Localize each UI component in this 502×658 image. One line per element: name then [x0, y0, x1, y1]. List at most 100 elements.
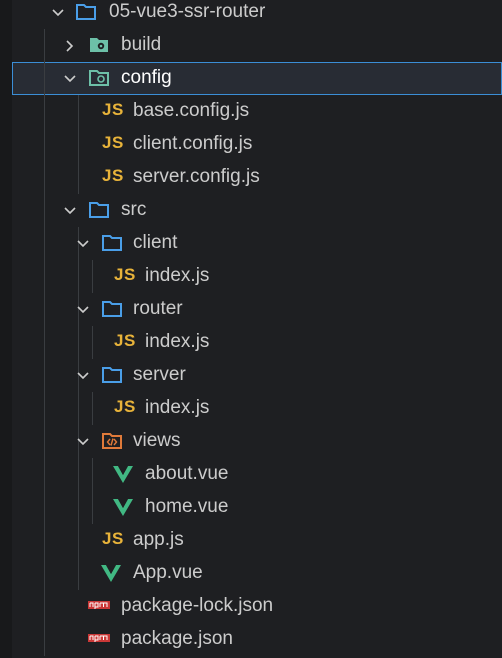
indent-guide — [78, 260, 79, 293]
js-file-icon: JS — [102, 133, 124, 152]
indent-guide — [78, 161, 79, 194]
tree-item-client-folder[interactable]: client — [12, 227, 502, 260]
js-file-icon: JS — [102, 529, 124, 548]
tree-item-client-config-file[interactable]: JS client.config.js — [12, 128, 502, 161]
tree-item-base-config-file[interactable]: JS base.config.js — [12, 95, 502, 128]
tree-item-router-folder[interactable]: router — [12, 293, 502, 326]
tree-item-label: index.js — [145, 331, 210, 352]
js-file-icon: JS — [114, 397, 136, 416]
indent-guide — [78, 557, 79, 590]
indent-guide — [44, 425, 45, 458]
tree-item-package-lock-file[interactable]: package-lock.json — [12, 590, 502, 623]
vue-file-icon — [113, 499, 133, 516]
tree-item-label: App.vue — [133, 562, 203, 583]
folder-open-icon — [102, 235, 122, 251]
indent-guide — [78, 128, 79, 161]
indent-guide — [44, 524, 45, 557]
views-folder-icon — [102, 433, 122, 449]
indent-guide — [44, 293, 45, 326]
tree-item-build-folder[interactable]: build — [12, 29, 502, 62]
tree-item-label: client.config.js — [133, 133, 253, 154]
tree-item-server-config-file[interactable]: JS server.config.js — [12, 161, 502, 194]
indent-guide — [92, 491, 93, 524]
tree-item-app-vue-file[interactable]: App.vue — [12, 557, 502, 590]
folder-open-icon — [102, 367, 122, 383]
indent-guide — [44, 458, 45, 491]
tree-item-label: src — [121, 199, 147, 220]
tree-item-root-folder[interactable]: 05-vue3-ssr-router — [12, 0, 502, 29]
tree-item-home-vue-file[interactable]: home.vue — [12, 491, 502, 524]
indent-guide — [44, 392, 45, 425]
tree-item-label: server.config.js — [133, 166, 260, 187]
activity-edge — [0, 0, 12, 658]
npm-file-icon — [88, 601, 110, 609]
chevron-down-icon[interactable] — [62, 71, 78, 87]
indent-guide — [44, 359, 45, 392]
js-file-icon: JS — [102, 166, 124, 185]
folder-open-icon — [102, 301, 122, 317]
file-explorer: 05-vue3-ssr-router build config JS base.… — [0, 0, 502, 658]
tree-item-src-folder[interactable]: src — [12, 194, 502, 227]
folder-open-icon — [76, 4, 96, 20]
tree-item-label: about.vue — [145, 463, 229, 484]
tree-item-label: home.vue — [145, 496, 229, 517]
npm-file-icon — [88, 634, 110, 642]
chevron-down-icon[interactable] — [75, 434, 91, 450]
indent-guide — [78, 491, 79, 524]
tree-item-package-json-file[interactable]: package.json — [12, 623, 502, 656]
tree-item-label: app.js — [133, 529, 184, 550]
vue-file-icon — [101, 565, 121, 582]
indent-guide — [78, 95, 79, 128]
indent-guide — [44, 623, 45, 656]
indent-guide — [44, 557, 45, 590]
tree-item-client-index-file[interactable]: JS index.js — [12, 260, 502, 293]
chevron-down-icon[interactable] — [75, 302, 91, 318]
indent-guide — [92, 458, 93, 491]
tree-item-about-vue-file[interactable]: about.vue — [12, 458, 502, 491]
tree-item-server-index-file[interactable]: JS index.js — [12, 392, 502, 425]
tree-item-label: index.js — [145, 265, 210, 286]
tree-item-views-folder[interactable]: views — [12, 425, 502, 458]
indent-guide — [44, 590, 45, 623]
js-file-icon: JS — [114, 331, 136, 350]
js-file-icon: JS — [102, 100, 124, 119]
indent-guide — [44, 227, 45, 260]
config-folder-icon — [90, 38, 108, 52]
tree-item-label: index.js — [145, 397, 210, 418]
chevron-down-icon[interactable] — [75, 368, 91, 384]
tree-item-label: router — [133, 298, 183, 319]
tree-item-server-folder[interactable]: server — [12, 359, 502, 392]
indent-guide — [44, 161, 45, 194]
indent-guide — [44, 62, 45, 95]
folder-open-icon — [89, 202, 109, 218]
indent-guide — [92, 326, 93, 359]
config-folder-icon — [89, 70, 109, 86]
indent-guide — [78, 524, 79, 557]
indent-guide — [44, 29, 45, 62]
indent-guide — [44, 194, 45, 227]
tree-item-label: config — [121, 67, 172, 88]
vue-file-icon — [113, 466, 133, 483]
indent-guide — [78, 392, 79, 425]
indent-guide — [92, 260, 93, 293]
indent-guide — [44, 326, 45, 359]
tree-item-label: client — [133, 232, 178, 253]
chevron-down-icon[interactable] — [50, 5, 66, 21]
tree-item-label: server — [133, 364, 186, 385]
tree-item-label: package-lock.json — [121, 595, 274, 616]
tree-item-label: 05-vue3-ssr-router — [109, 1, 266, 22]
js-file-icon: JS — [114, 265, 136, 284]
indent-guide — [44, 260, 45, 293]
chevron-down-icon[interactable] — [62, 203, 78, 219]
tree-item-router-index-file[interactable]: JS index.js — [12, 326, 502, 359]
tree-item-app-js-file[interactable]: JS app.js — [12, 524, 502, 557]
indent-guide — [92, 392, 93, 425]
tree-item-label: build — [121, 34, 162, 55]
chevron-down-icon[interactable] — [75, 236, 91, 252]
chevron-right-icon[interactable] — [62, 38, 78, 54]
indent-guide — [78, 458, 79, 491]
tree-item-label: base.config.js — [133, 100, 250, 121]
indent-guide — [44, 491, 45, 524]
tree-item-config-folder[interactable]: config — [12, 62, 502, 95]
indent-guide — [44, 128, 45, 161]
